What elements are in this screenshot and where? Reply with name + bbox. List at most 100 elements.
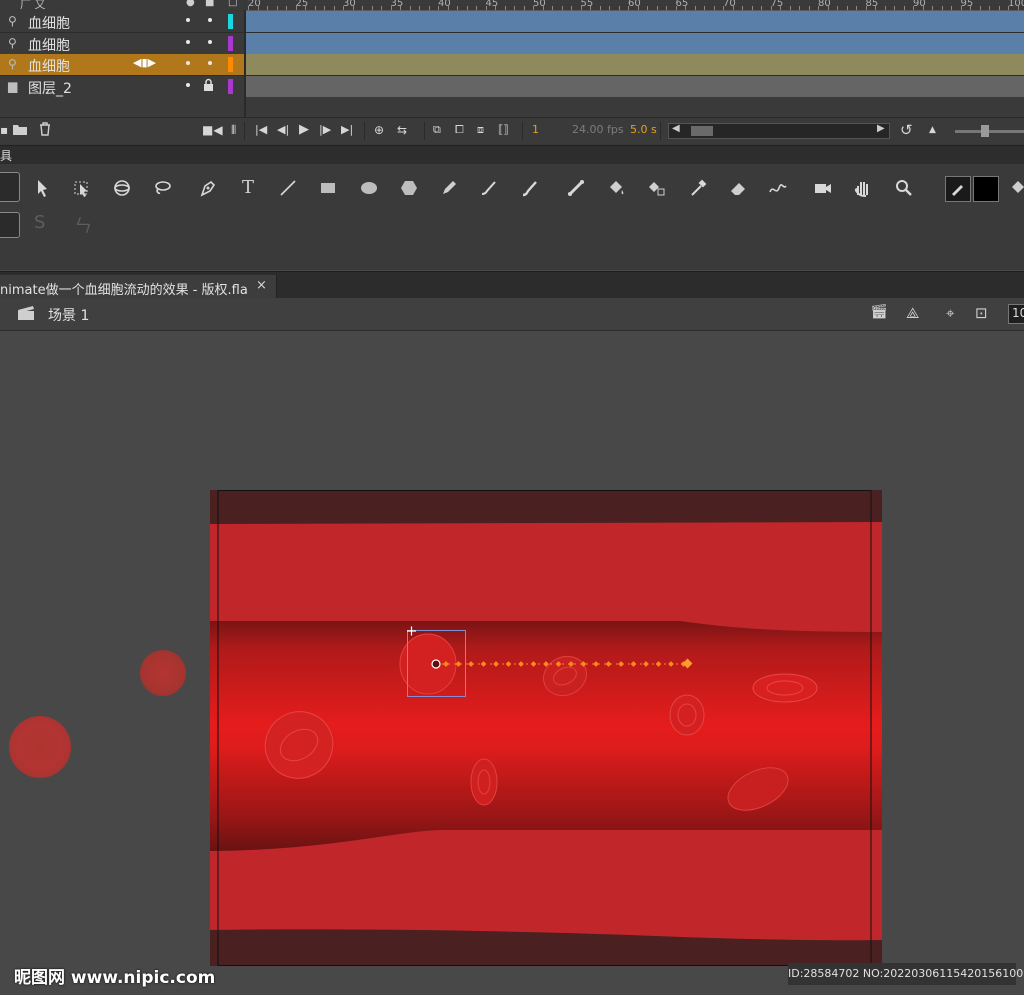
toolbar-menu-button[interactable] (0, 172, 20, 202)
visibility-header-icon[interactable]: ● (186, 0, 195, 8)
oval-tool-icon[interactable] (355, 174, 383, 202)
paint-bucket-tool-icon[interactable] (602, 174, 630, 202)
current-frame[interactable]: 1 (532, 122, 539, 138)
layer-frames[interactable] (246, 32, 1024, 55)
onion-skin-icon[interactable]: ⧉ (433, 122, 441, 138)
brush-tool-icon[interactable] (516, 174, 544, 202)
layer-name[interactable]: 血细胞 (28, 35, 70, 55)
rectangle-tool-icon[interactable] (314, 174, 342, 202)
layer-row[interactable]: ⚲ 血细胞 (0, 11, 244, 33)
frame-ruler[interactable]: 20 25 30 35 40 45 50 55 60 65 70 75 80 85 90 95 100 (246, 0, 1024, 11)
outline-header-icon[interactable]: □ (228, 0, 237, 8)
step-back-icon[interactable]: ◀| (277, 122, 289, 138)
fill-bucket-icon[interactable] (1004, 174, 1024, 202)
tools-panel-title: 具 (0, 149, 13, 163)
layer-row[interactable]: ▆ 图层_2 (0, 75, 244, 98)
visibility-dot[interactable] (186, 82, 190, 87)
zoom-field[interactable]: 10 (1008, 304, 1024, 324)
timeline-scrollbar[interactable]: ◀ ▶ (668, 123, 890, 139)
document-tab[interactable]: nimate做一个血细胞流动的效果 - 版权.fla × (0, 275, 277, 299)
scroll-left-icon[interactable]: ◀ (672, 123, 680, 134)
step-forward-icon[interactable]: |▶ (319, 122, 331, 138)
reset-zoom-icon[interactable]: ↺ (900, 122, 913, 138)
keyframe-nav-icon[interactable]: ◀▮▶ (133, 56, 156, 69)
offstage-blood-cell[interactable] (140, 650, 186, 696)
layer-outline-color[interactable] (228, 78, 233, 94)
scene-label[interactable]: 场景 1 (48, 305, 89, 325)
snap-to-objects-icon[interactable] (0, 212, 20, 238)
text-tool-icon[interactable]: T (234, 174, 262, 202)
timeline-zoom-slider[interactable] (955, 125, 1024, 137)
eraser-tool-icon[interactable] (724, 174, 752, 202)
camera-layer-icon[interactable]: ■◀ (202, 122, 223, 138)
center-stage-icon[interactable]: ⌖ (946, 304, 954, 322)
layer-frames[interactable] (246, 11, 1024, 33)
ink-bottle-tool-icon[interactable] (642, 174, 670, 202)
eyedropper-tool-icon[interactable] (684, 174, 712, 202)
loop-icon[interactable]: ⇆ (397, 122, 407, 138)
ruler-tick (466, 6, 468, 10)
new-folder-icon[interactable] (12, 122, 28, 140)
lasso-tool-icon[interactable] (148, 174, 176, 202)
scrollbar-thumb[interactable] (691, 126, 713, 136)
lock-dot[interactable] (208, 39, 212, 44)
modify-markers-icon[interactable]: ⟦⟧ (498, 122, 509, 138)
subselection-tool-icon[interactable] (68, 174, 96, 202)
layer-frames[interactable] (246, 54, 1024, 76)
layer-outline-color[interactable] (228, 35, 233, 51)
pencil-tool-icon[interactable] (435, 174, 463, 202)
layer-outline-color[interactable] (228, 14, 233, 29)
elapsed-time[interactable]: 5.0 s (630, 122, 657, 138)
layer-row[interactable]: ⚲ 血细胞 ◀▮▶ (0, 54, 244, 76)
edit-symbols-icon[interactable]: ⟁ (906, 304, 919, 322)
width-tool-icon[interactable] (764, 174, 792, 202)
zoom-tool-icon[interactable] (890, 174, 918, 202)
stage-canvas[interactable] (210, 490, 882, 966)
new-layer-icon[interactable]: ▪ (0, 122, 8, 138)
bone-tool-icon[interactable] (562, 174, 590, 202)
layer-row[interactable]: ⚲ 血细胞 (0, 32, 244, 55)
free-transform-tool-icon[interactable] (108, 174, 136, 202)
scroll-right-icon[interactable]: ▶ (877, 123, 885, 134)
offstage-blood-cell[interactable] (9, 716, 71, 778)
layer-frames[interactable] (246, 75, 1024, 98)
ruler-tick (438, 6, 439, 10)
straighten-icon[interactable]: ㄣ (74, 212, 92, 238)
layer-name[interactable]: 图层_2 (28, 78, 72, 98)
visibility-dot[interactable] (186, 18, 190, 22)
ruler-tick (571, 6, 572, 10)
lock-header-icon[interactable]: ■ (205, 0, 214, 8)
paint-brush-tool-icon[interactable] (475, 174, 503, 202)
hand-tool-icon[interactable] (849, 174, 877, 202)
layer-name[interactable]: 血细胞 (28, 13, 70, 33)
ruler-tick (257, 6, 259, 10)
play-icon[interactable]: ▶ (299, 122, 309, 138)
lock-icon[interactable] (203, 78, 214, 94)
center-frame-icon[interactable]: ⊕ (374, 122, 384, 138)
fill-color-swatch[interactable] (973, 176, 999, 202)
zoom-small-icon[interactable]: ▲ (929, 122, 936, 138)
go-to-first-frame-icon[interactable]: |◀ (255, 122, 267, 138)
clip-content-icon[interactable]: ⊡ (975, 304, 988, 322)
pen-tool-icon[interactable] (194, 174, 222, 202)
camera-tool-icon[interactable] (809, 174, 837, 202)
selection-tool-icon[interactable] (28, 174, 56, 202)
zoom-slider-handle[interactable] (981, 125, 989, 137)
stroke-color-swatch[interactable] (945, 176, 971, 202)
layer-outline-color[interactable] (228, 57, 233, 72)
layer-name[interactable]: 血细胞 (28, 56, 70, 76)
delete-icon[interactable] (38, 122, 52, 140)
frame-rate[interactable]: 24.00 fps (572, 122, 624, 138)
onion-skin-outlines-icon[interactable]: ⧠ (455, 122, 464, 138)
close-icon[interactable]: × (256, 278, 267, 293)
lock-dot[interactable] (208, 61, 212, 65)
edit-multiple-frames-icon[interactable]: ⧈ (477, 122, 484, 138)
visibility-dot[interactable] (186, 61, 190, 65)
edit-scene-icon[interactable]: 🎬︎ (870, 304, 888, 320)
go-to-last-frame-icon[interactable]: ▶| (341, 122, 353, 138)
polystar-tool-icon[interactable] (395, 174, 423, 202)
lock-dot[interactable] (208, 18, 212, 22)
line-tool-icon[interactable] (274, 174, 302, 202)
visibility-dot[interactable] (186, 39, 190, 44)
smooth-icon[interactable]: S (34, 212, 45, 233)
